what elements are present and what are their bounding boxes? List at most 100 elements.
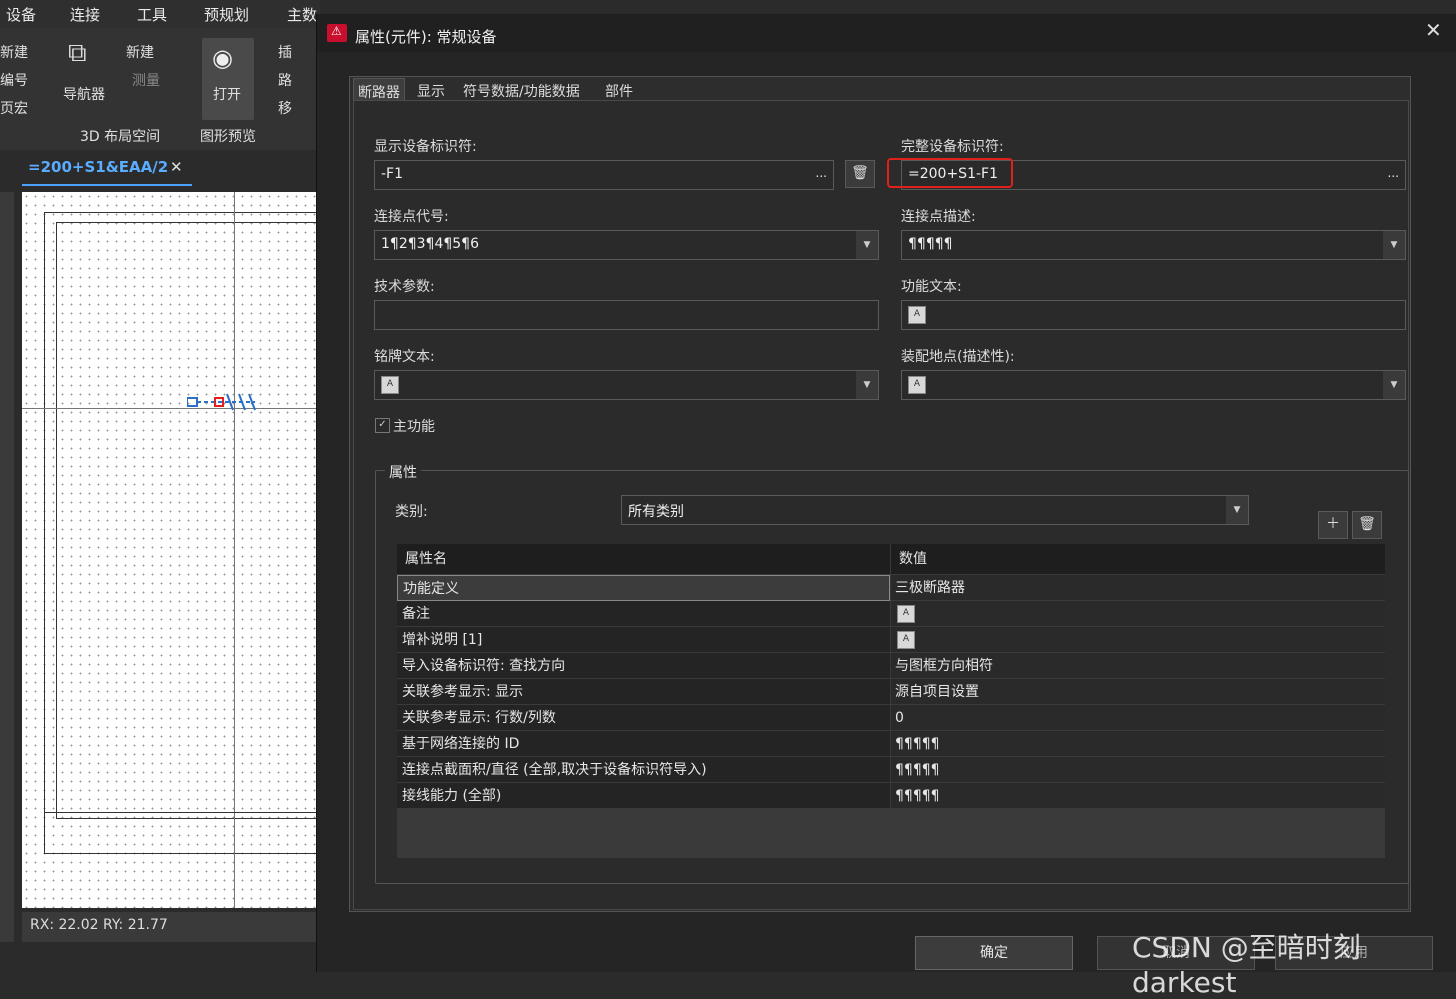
display-id-browse-button[interactable]: ...: [816, 166, 827, 180]
ok-button[interactable]: 确定: [915, 936, 1073, 970]
property-name: 备注: [397, 601, 890, 627]
translate-icon[interactable]: A: [897, 605, 915, 623]
tech-param-field[interactable]: [374, 300, 879, 330]
nameplate-dropdown[interactable]: A ▼: [374, 370, 879, 400]
property-value[interactable]: 源自项目设置: [891, 679, 1385, 705]
property-value[interactable]: ¶¶¶¶¶: [891, 731, 1385, 757]
menu-device[interactable]: 设备: [6, 4, 36, 25]
properties-dialog: ⚠ 属性(元件): 常规设备 ✕ 断路器 显示 符号数据/功能数据 部件 显示设…: [316, 14, 1456, 972]
chevron-down-icon[interactable]: ▼: [856, 371, 878, 399]
full-id-label: 完整设备标识符:: [901, 139, 1004, 155]
header-property-name[interactable]: 属性名: [397, 544, 890, 574]
group-3d-label: 3D 布局空间: [80, 129, 161, 145]
add-property-button[interactable]: ＋: [1318, 511, 1348, 539]
ribbon-measure[interactable]: 测量: [132, 70, 160, 90]
ribbon-insert[interactable]: 插: [278, 42, 292, 62]
property-value[interactable]: 与图框方向相符: [891, 653, 1385, 679]
category-dropdown[interactable]: 所有类别 ▼: [621, 495, 1249, 525]
eplan-logo-icon: ⚠: [327, 24, 347, 42]
navigator-icon: ⧉: [68, 38, 87, 68]
property-name: 连接点截面积/直径 (全部,取决于设备标识符导入): [397, 757, 890, 783]
property-name: 关联参考显示: 显示: [397, 679, 890, 705]
translate-icon[interactable]: A: [908, 376, 926, 394]
ribbon-path[interactable]: 路: [278, 70, 292, 90]
table-row[interactable]: 备注 A: [397, 601, 1385, 627]
table-row[interactable]: 增补说明 [1] A: [397, 627, 1385, 653]
conn-desc-label: 连接点描述:: [901, 209, 976, 225]
close-icon[interactable]: ✕: [1425, 18, 1442, 42]
properties-table: 属性名 数值 功能定义 三极断路器 备注 A 增补说明 [1] A 导入设备标识…: [397, 544, 1385, 858]
document-tab-label: =200+S1&EAA/2: [28, 158, 169, 176]
breaker-symbol[interactable]: [186, 390, 257, 416]
crosshair-h: [22, 408, 316, 409]
display-id-field[interactable]: -F1 ...: [374, 160, 834, 190]
close-tab-icon[interactable]: ✕: [170, 158, 183, 176]
ribbon-new[interactable]: 新建: [0, 42, 28, 62]
header-value[interactable]: 数值: [891, 544, 1385, 574]
delete-id-button[interactable]: 🗑: [845, 160, 875, 188]
open-preview-button[interactable]: ◉ 打开: [202, 38, 254, 120]
chevron-down-icon[interactable]: ▼: [1383, 371, 1405, 399]
mount-label: 装配地点(描述性):: [901, 349, 1015, 365]
table-row[interactable]: 关联参考显示: 行数/列数 0: [397, 705, 1385, 731]
crosshair-v: [234, 192, 235, 908]
menu-tools[interactable]: 工具: [137, 4, 167, 25]
tech-param-label: 技术参数:: [374, 279, 435, 295]
main-function-checkbox[interactable]: ✓: [375, 418, 390, 433]
properties-group-title: 属性: [385, 462, 421, 482]
schematic-canvas[interactable]: [22, 192, 317, 908]
conn-desc-dropdown[interactable]: ¶¶¶¶¶ ▼: [901, 230, 1406, 260]
property-value[interactable]: A: [891, 601, 1385, 627]
table-row[interactable]: 基于网络连接的 ID ¶¶¶¶¶: [397, 731, 1385, 757]
document-tab[interactable]: =200+S1&EAA/2 ✕: [22, 154, 192, 186]
property-value[interactable]: 0: [891, 705, 1385, 731]
property-name: 基于网络连接的 ID: [397, 731, 890, 757]
table-row[interactable]: 功能定义 三极断路器: [397, 575, 1385, 601]
menu-connect[interactable]: 连接: [70, 4, 100, 25]
conn-code-value: 1¶2¶3¶4¶5¶6: [381, 236, 479, 252]
mount-dropdown[interactable]: A ▼: [901, 370, 1406, 400]
translate-icon[interactable]: A: [908, 306, 926, 324]
ribbon-move[interactable]: 移: [278, 98, 292, 118]
plus-icon: ＋: [1326, 516, 1340, 532]
table-row[interactable]: 导入设备标识符: 查找方向 与图框方向相符: [397, 653, 1385, 679]
highlight-box: [887, 158, 1013, 188]
func-text-label: 功能文本:: [901, 279, 962, 295]
property-value[interactable]: ¶¶¶¶¶: [891, 757, 1385, 783]
display-id-label: 显示设备标识符:: [374, 139, 477, 155]
property-name: 增补说明 [1]: [397, 627, 890, 653]
trash-icon: 🗑: [851, 165, 869, 181]
navigator-button[interactable]: 导航器: [63, 84, 105, 104]
chevron-down-icon[interactable]: ▼: [1226, 496, 1248, 524]
delete-property-button[interactable]: 🗑: [1352, 511, 1382, 539]
menu-preplan[interactable]: 预规划: [204, 4, 249, 25]
trash-icon: 🗑: [1358, 516, 1376, 532]
chevron-down-icon[interactable]: ▼: [856, 231, 878, 259]
property-value[interactable]: A: [891, 627, 1385, 653]
open-label: 打开: [213, 87, 241, 103]
full-id-browse-button[interactable]: ...: [1388, 166, 1399, 180]
translate-icon[interactable]: A: [897, 631, 915, 649]
func-text-field[interactable]: A: [901, 300, 1406, 330]
category-value: 所有类别: [628, 504, 684, 520]
conn-code-label: 连接点代号:: [374, 209, 449, 225]
coordinate-readout: RX: 22.02 RY: 21.77: [30, 917, 168, 933]
ribbon: 新建 编号 页宏 ⧉ 导航器 新建 测量 3D 布局空间 图形预览 插 路 移: [0, 28, 320, 151]
breaker-symbol-icon: [186, 393, 256, 411]
ribbon-number[interactable]: 编号: [0, 70, 28, 90]
chevron-down-icon[interactable]: ▼: [1383, 231, 1405, 259]
property-value[interactable]: ¶¶¶¶¶: [891, 783, 1385, 809]
nameplate-label: 铭牌文本:: [374, 349, 435, 365]
table-row[interactable]: 关联参考显示: 显示 源自项目设置: [397, 679, 1385, 705]
ribbon-new-small[interactable]: 新建: [126, 42, 154, 62]
dialog-titlebar[interactable]: ⚠ 属性(元件): 常规设备 ✕: [317, 14, 1456, 52]
property-name: 导入设备标识符: 查找方向: [397, 653, 890, 679]
ribbon-page-macro[interactable]: 页宏: [0, 98, 28, 118]
group-preview-label: 图形预览: [200, 129, 256, 145]
conn-code-dropdown[interactable]: 1¶2¶3¶4¶5¶6 ▼: [374, 230, 879, 260]
menu-bar: 设备 连接 工具 预规划 主数据: [0, 0, 320, 45]
property-value[interactable]: 三极断路器: [891, 575, 1385, 601]
translate-icon[interactable]: A: [381, 376, 399, 394]
table-row[interactable]: 接线能力 (全部) ¶¶¶¶¶: [397, 783, 1385, 809]
table-row[interactable]: 连接点截面积/直径 (全部,取决于设备标识符导入) ¶¶¶¶¶: [397, 757, 1385, 783]
